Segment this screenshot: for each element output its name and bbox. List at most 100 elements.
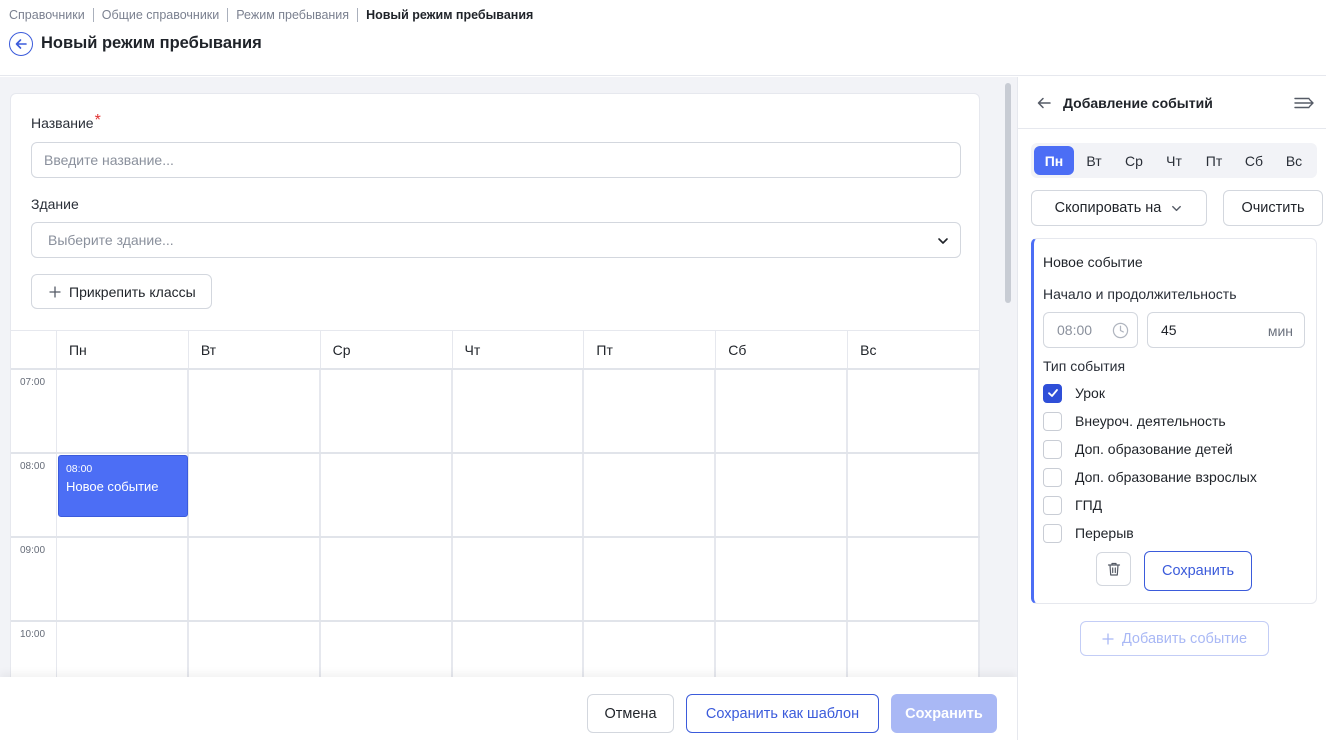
calendar-cell[interactable] <box>453 538 585 620</box>
event-type-option[interactable]: Доп. образование взрослых <box>1043 467 1257 487</box>
calendar-cell[interactable] <box>453 454 585 536</box>
breadcrumb-item[interactable]: Справочники <box>9 8 85 22</box>
checkbox[interactable] <box>1043 439 1062 459</box>
calendar-cell[interactable] <box>453 622 585 677</box>
event-type-option[interactable]: ГПД <box>1043 495 1102 515</box>
calendar-event[interactable]: 08:00 Новое событие <box>57 455 188 517</box>
cancel-button[interactable]: Отмена <box>587 694 674 733</box>
calendar-cell[interactable] <box>716 370 849 452</box>
attach-classes-label: Прикрепить классы <box>69 283 196 300</box>
calendar-cell[interactable] <box>584 370 717 452</box>
time-label: 07:00 <box>11 370 57 452</box>
required-mark: * <box>94 112 101 129</box>
attach-classes-button[interactable]: Прикрепить классы <box>31 274 212 309</box>
calendar-cell[interactable] <box>584 454 717 536</box>
checkbox[interactable] <box>1043 467 1062 487</box>
checkbox[interactable] <box>1043 523 1062 543</box>
calendar-cell[interactable] <box>584 622 717 677</box>
calendar-header-row: Пн Вт Ср Чт Пт Сб Вс <box>11 330 980 370</box>
breadcrumb-item[interactable]: Общие справочники <box>102 8 220 22</box>
day-tab-wed[interactable]: Ср <box>1114 146 1154 175</box>
event-type-option[interactable]: Доп. образование детей <box>1043 439 1233 459</box>
day-tab-sun[interactable]: Вс <box>1274 146 1314 175</box>
delete-event-button[interactable] <box>1096 552 1131 586</box>
event-type-label-adult-education: Доп. образование взрослых <box>1075 469 1257 485</box>
duration-input[interactable]: 45 мин <box>1147 312 1305 348</box>
arrow-left-icon[interactable] <box>1036 95 1052 111</box>
calendar-cell[interactable] <box>716 538 849 620</box>
name-input[interactable]: Введите название... <box>31 142 961 178</box>
calendar-cell[interactable] <box>848 454 980 536</box>
back-button[interactable] <box>9 32 33 56</box>
add-events-panel: Добавление событий Пн Вт Ср Чт Пт Сб Вс … <box>1017 77 1326 740</box>
calendar-cell[interactable] <box>189 454 321 536</box>
breadcrumb-item[interactable]: Режим пребывания <box>236 8 349 22</box>
calendar-cell[interactable] <box>321 370 453 452</box>
clear-button[interactable]: Очистить <box>1223 190 1323 226</box>
event-type-label-gpd: ГПД <box>1075 497 1103 513</box>
calendar-cell[interactable]: 08:00 Новое событие <box>57 454 189 536</box>
calendar-cell[interactable] <box>321 622 453 677</box>
calendar-cell[interactable] <box>189 538 321 620</box>
checkbox[interactable] <box>1043 383 1062 403</box>
event-type-option[interactable]: Урок <box>1043 383 1105 403</box>
day-tab-sat[interactable]: Сб <box>1234 146 1274 175</box>
chevron-down-icon <box>938 238 948 244</box>
day-tab-fri[interactable]: Пт <box>1194 146 1234 175</box>
form-footer: Отмена Сохранить как шаблон Сохранить <box>0 677 1017 740</box>
event-type-label-extracurricular: Внеуроч. деятельность <box>1075 413 1226 429</box>
copy-to-label: Скопировать на <box>1054 200 1162 216</box>
chevron-down-icon <box>1172 205 1182 211</box>
event-type-label: Тип события <box>1043 358 1126 374</box>
add-event-label: Добавить событие <box>1121 630 1248 647</box>
calendar-cell[interactable] <box>848 622 980 677</box>
time-label: 08:00 <box>11 454 57 536</box>
calendar-cell[interactable] <box>57 622 189 677</box>
building-placeholder: Выберите здание... <box>48 232 174 248</box>
building-label: Здание <box>31 196 79 212</box>
main-area: Название* Введите название... Здание Выб… <box>0 77 1017 677</box>
checkbox[interactable] <box>1043 495 1062 515</box>
scrollbar[interactable] <box>1005 83 1011 303</box>
calendar-cell[interactable] <box>321 454 453 536</box>
calendar-cell[interactable] <box>716 454 849 536</box>
calendar-cell[interactable] <box>321 538 453 620</box>
day-header-sat: Сб <box>716 331 849 368</box>
add-event-button[interactable]: Добавить событие <box>1080 621 1269 656</box>
save-button[interactable]: Сохранить <box>891 694 997 733</box>
event-type-option[interactable]: Внеуроч. деятельность <box>1043 411 1226 431</box>
event-type-option[interactable]: Перерыв <box>1043 523 1134 543</box>
start-duration-label: Начало и продолжительность <box>1043 286 1237 302</box>
checkbox[interactable] <box>1043 411 1062 431</box>
day-tab-mon[interactable]: Пн <box>1034 146 1074 175</box>
check-icon <box>1047 389 1058 397</box>
breadcrumb-separator <box>227 8 229 22</box>
calendar-cell[interactable] <box>584 538 717 620</box>
calendar-cell[interactable] <box>189 622 321 677</box>
save-as-template-button[interactable]: Сохранить как шаблон <box>686 694 879 733</box>
calendar-cell[interactable] <box>189 370 321 452</box>
calendar-cell[interactable] <box>453 370 585 452</box>
calendar-row-0900: 09:00 <box>11 538 980 622</box>
start-time-input[interactable]: 08:00 <box>1043 312 1138 348</box>
calendar-cell[interactable] <box>57 538 189 620</box>
panel-header: Добавление событий <box>1018 77 1326 129</box>
day-tab-tue[interactable]: Вт <box>1074 146 1114 175</box>
calendar-row-0700: 07:00 <box>11 370 980 454</box>
day-header-tue: Вт <box>189 331 321 368</box>
day-tab-thu[interactable]: Чт <box>1154 146 1194 175</box>
copy-to-dropdown[interactable]: Скопировать на <box>1031 190 1207 226</box>
day-header-wed: Ср <box>321 331 453 368</box>
day-header-thu: Чт <box>453 331 585 368</box>
breadcrumb-separator <box>92 8 94 22</box>
collapse-panel-icon[interactable] <box>1294 96 1314 110</box>
day-header-fri: Пт <box>584 331 717 368</box>
calendar-cell[interactable] <box>848 538 980 620</box>
duration-unit: мин <box>1267 323 1293 339</box>
building-select[interactable]: Выберите здание... <box>31 222 961 258</box>
calendar-cell[interactable] <box>716 622 849 677</box>
calendar-cell[interactable] <box>848 370 980 452</box>
calendar-cell[interactable] <box>57 370 189 452</box>
breadcrumb-current: Новый режим пребывания <box>366 8 534 22</box>
event-save-button[interactable]: Сохранить <box>1144 551 1252 591</box>
